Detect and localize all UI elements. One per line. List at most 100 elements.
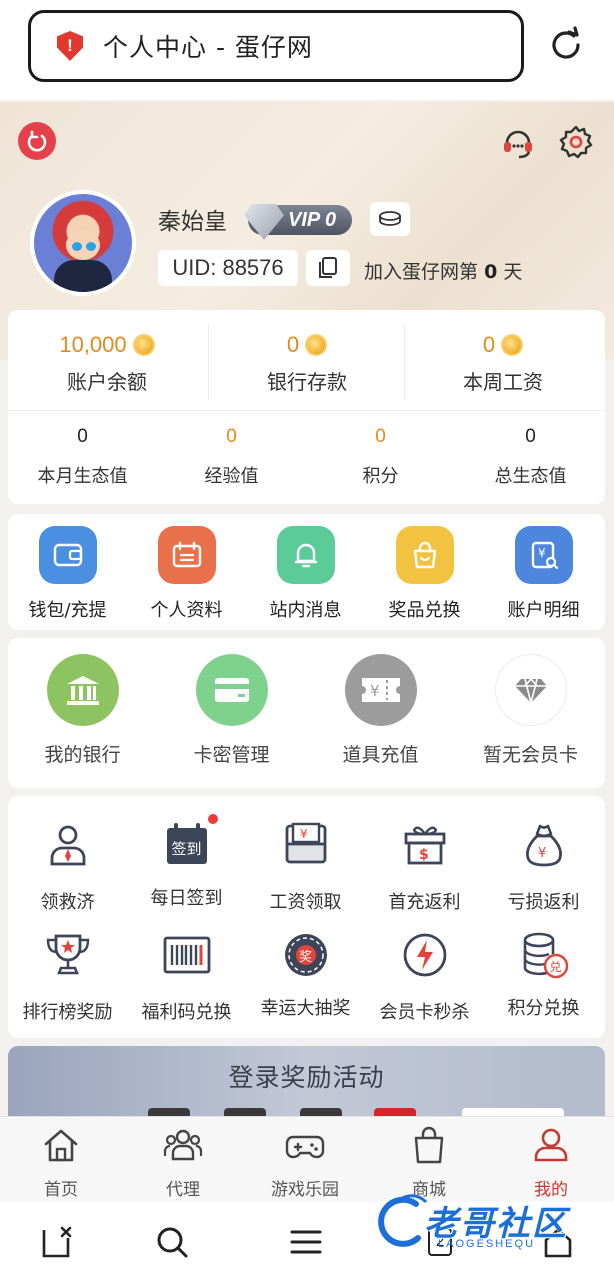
svg-text:¥: ¥ bbox=[538, 846, 546, 861]
join-days-count: 0 bbox=[484, 261, 498, 283]
notification-dot bbox=[205, 812, 220, 826]
vip-badge[interactable]: VIP 0 bbox=[244, 204, 352, 240]
gift-box-icon: $ bbox=[404, 826, 445, 865]
username: 秦始皇 bbox=[158, 209, 227, 235]
svg-text:¥: ¥ bbox=[538, 546, 546, 560]
copy-uid-button[interactable] bbox=[306, 250, 350, 286]
address-bar[interactable]: ! 个人中心 - 蛋仔网 bbox=[28, 10, 524, 82]
shortcut-profile[interactable]: 个人资料 bbox=[127, 526, 246, 622]
feature-label: 排行榜奖励 bbox=[22, 1002, 113, 1023]
tab-agents[interactable]: 代理 bbox=[122, 1125, 244, 1200]
shortcut-label: 账户明细 bbox=[507, 600, 580, 621]
feature-loss-rebate[interactable]: ¥ 亏损返利 bbox=[484, 820, 603, 914]
close-page-icon[interactable] bbox=[40, 1224, 76, 1260]
trophy-icon bbox=[46, 934, 89, 975]
feature-welfare-code[interactable]: 福利码兑换 bbox=[127, 930, 246, 1024]
bank-item-label: 我的银行 bbox=[44, 744, 121, 766]
stat-total-eco[interactable]: 0 总生态值 bbox=[456, 426, 605, 488]
stat-monthly-eco-label: 本月生态值 bbox=[37, 466, 128, 487]
shortcut-label: 钱包/充提 bbox=[28, 600, 107, 621]
banner-tile bbox=[462, 1108, 564, 1116]
feature-first-recharge[interactable]: $ 首充返利 bbox=[365, 820, 484, 914]
shortcut-label: 个人资料 bbox=[150, 600, 223, 621]
reload-icon[interactable] bbox=[547, 26, 585, 64]
calendar-signin-icon: 签到 bbox=[162, 812, 220, 870]
bank-icon bbox=[46, 654, 119, 726]
feature-label: 首充返利 bbox=[388, 892, 461, 913]
login-reward-banner[interactable]: 登录奖励活动 bbox=[8, 1046, 605, 1116]
tab-label: 游戏乐园 bbox=[271, 1180, 339, 1200]
coin-stack-button[interactable] bbox=[370, 202, 410, 236]
shortcut-prize-exchange[interactable]: 奖品兑换 bbox=[365, 526, 484, 622]
statement-icon: ¥ bbox=[514, 526, 573, 584]
feature-lucky-draw[interactable]: 奖 幸运大抽奖 bbox=[246, 930, 365, 1020]
tab-home[interactable]: 首页 bbox=[0, 1125, 122, 1200]
lucky-wheel-text: 奖 bbox=[298, 950, 312, 965]
tab-game-park[interactable]: 游戏乐园 bbox=[244, 1125, 366, 1200]
person-icon bbox=[50, 825, 85, 866]
account-stats-card: 10,000 账户余额 0 银行存款 0 本周工资 0 本月生态值 0 经验值 … bbox=[8, 310, 605, 504]
stat-weekly-salary-value: 0 bbox=[482, 332, 496, 357]
avatar-eye-right bbox=[86, 242, 96, 251]
coin-icon bbox=[305, 334, 328, 356]
points-exchange-text: 兑 bbox=[549, 960, 562, 974]
feature-leaderboard[interactable]: 排行榜奖励 bbox=[8, 930, 127, 1024]
watermark: 老哥社区 LAOGESHEQU bbox=[372, 1190, 604, 1254]
flash-icon bbox=[403, 933, 446, 977]
tab-label: 代理 bbox=[166, 1180, 200, 1200]
stat-total-eco-value: 0 bbox=[525, 426, 536, 447]
logout-icon[interactable] bbox=[18, 122, 56, 160]
bank-item-member-card[interactable]: 暂无会员卡 bbox=[456, 654, 605, 767]
card-icon bbox=[195, 654, 268, 726]
tab-shop[interactable]: 商城 bbox=[368, 1125, 490, 1200]
ticket-icon: ¥ bbox=[344, 654, 417, 726]
stat-weekly-salary[interactable]: 0 本周工资 bbox=[404, 310, 602, 410]
customer-service-icon[interactable] bbox=[500, 124, 536, 160]
tab-mine[interactable]: 我的 bbox=[490, 1125, 612, 1200]
lucky-wheel-icon: 奖 bbox=[281, 930, 331, 980]
shortcut-wallet[interactable]: 钱包/充提 bbox=[8, 526, 127, 622]
stat-balance[interactable]: 10,000 账户余额 bbox=[8, 310, 206, 410]
feature-daily-signin[interactable]: 签到 每日签到 bbox=[127, 812, 246, 910]
shortcut-label: 奖品兑换 bbox=[388, 600, 461, 621]
search-icon[interactable] bbox=[154, 1224, 190, 1260]
feature-label: 积分兑换 bbox=[507, 998, 580, 1019]
feature-salary[interactable]: ¥ 工资领取 bbox=[246, 820, 365, 914]
feature-relief[interactable]: 领救济 bbox=[8, 820, 127, 914]
feature-label: 幸运大抽奖 bbox=[260, 998, 351, 1019]
stat-bank-deposit[interactable]: 0 银行存款 bbox=[208, 310, 406, 410]
shortcut-label: 站内消息 bbox=[269, 600, 342, 621]
stat-bank-deposit-value: 0 bbox=[286, 332, 300, 357]
join-days-suffix: 天 bbox=[503, 261, 523, 283]
stat-experience[interactable]: 0 经验值 bbox=[157, 426, 306, 488]
shortcut-statement[interactable]: ¥ 账户明细 bbox=[484, 526, 603, 622]
feature-points-exchange[interactable]: 兑 积分兑换 bbox=[484, 930, 603, 1020]
banner-title: 登录奖励活动 bbox=[228, 1063, 385, 1092]
browser-address-area: ! 个人中心 - 蛋仔网 bbox=[0, 0, 614, 100]
feature-member-flash-sale[interactable]: 会员卡秒杀 bbox=[365, 930, 484, 1024]
menu-icon[interactable] bbox=[288, 1224, 324, 1260]
vip-diamond-icon bbox=[244, 204, 284, 240]
coin-stack-icon bbox=[379, 211, 401, 226]
watermark-subtext: LAOGESHEQU bbox=[438, 1238, 536, 1250]
feature-label: 领救济 bbox=[40, 892, 95, 913]
wallet-icon bbox=[38, 526, 97, 584]
feature-label: 工资领取 bbox=[269, 892, 342, 913]
stat-monthly-eco[interactable]: 0 本月生态值 bbox=[8, 426, 157, 488]
stat-balance-label: 账户余额 bbox=[67, 370, 147, 394]
settings-gear-icon[interactable] bbox=[558, 124, 594, 160]
barcode-icon bbox=[163, 936, 210, 974]
shortcut-messages[interactable]: 站内消息 bbox=[246, 526, 365, 622]
bank-item-prop-recharge[interactable]: ¥ 道具充值 bbox=[306, 654, 455, 767]
shortcut-card: 钱包/充提 个人资料 站内消息 奖品兑换 ¥ 账户明细 bbox=[8, 514, 605, 630]
bank-item-my-bank[interactable]: 我的银行 bbox=[8, 654, 157, 767]
stat-points[interactable]: 0 积分 bbox=[306, 426, 455, 488]
avatar[interactable] bbox=[30, 190, 136, 296]
page-title: 个人中心 - 蛋仔网 bbox=[103, 33, 313, 62]
diamond-icon bbox=[494, 654, 567, 726]
security-warning-icon[interactable]: ! bbox=[57, 31, 83, 61]
bell-icon bbox=[276, 526, 335, 584]
bank-item-card-pin[interactable]: 卡密管理 bbox=[157, 654, 306, 767]
coin-icon bbox=[501, 334, 524, 356]
tab-label: 首页 bbox=[44, 1180, 78, 1200]
